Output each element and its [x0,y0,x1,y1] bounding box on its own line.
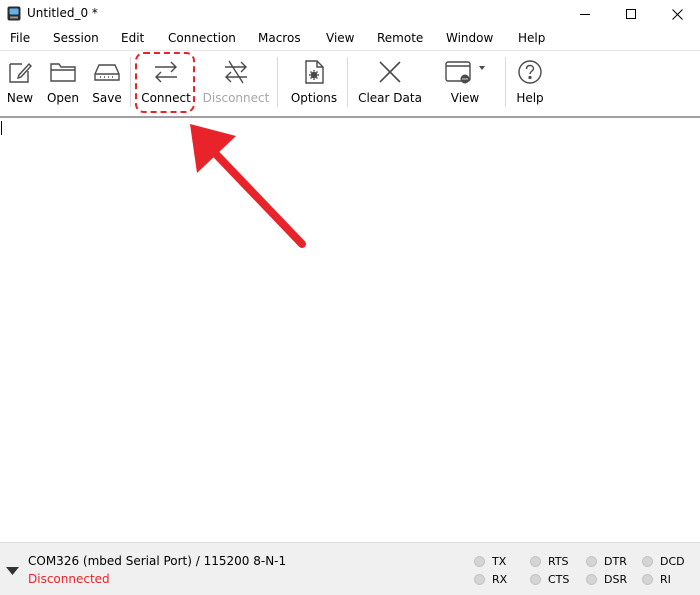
menu-macros[interactable]: Macros [258,31,301,45]
connect-highlight-box [135,52,195,113]
rts-indicator [530,556,541,567]
view-button[interactable]: View [440,51,490,113]
port-settings-text: COM326 (mbed Serial Port) / 115200 8-N-1 [28,554,287,568]
open-button[interactable]: Open [45,51,81,113]
rx-label: RX [492,573,508,586]
toolbar-separator [505,57,506,107]
status-bar: COM326 (mbed Serial Port) / 115200 8-N-1… [0,542,700,595]
menu-bar: File Session Edit Connection Macros View… [0,28,700,50]
toolbar: New Open Save Connect Disconnect Options… [0,50,700,116]
options-label: Options [290,91,338,105]
new-label: New [6,91,34,105]
maximize-button[interactable] [608,0,654,28]
close-icon [671,8,683,20]
terminal-area[interactable] [0,118,700,542]
text-caret [1,121,2,135]
view-label: View [450,91,480,105]
toolbar-separator [347,57,348,107]
toolbar-separator [277,57,278,107]
disconnect-button[interactable]: Disconnect [203,51,269,113]
options-gear-icon [305,60,324,84]
help-button[interactable]: Help [512,51,548,113]
dcd-indicator [642,556,653,567]
drive-save-icon [94,64,120,81]
options-button[interactable]: Options [290,51,338,113]
maximize-icon [626,9,636,19]
close-button[interactable] [654,0,700,28]
menu-session[interactable]: Session [53,31,99,45]
minimize-icon [580,14,590,15]
rx-indicator [474,574,485,585]
clear-data-button[interactable]: Clear Data [357,51,423,113]
menu-view[interactable]: View [326,31,354,45]
cts-label: CTS [548,573,570,586]
ri-indicator [642,574,653,585]
connection-state-text: Disconnected [28,572,110,586]
ri-label: RI [660,573,671,586]
minimize-button[interactable] [562,0,608,28]
menu-help[interactable]: Help [518,31,545,45]
toolbar-separator [130,57,131,107]
folder-icon [50,63,76,82]
menu-file[interactable]: File [10,31,30,45]
tx-label: TX [492,555,507,568]
menu-window[interactable]: Window [446,31,493,45]
dsr-label: DSR [604,573,628,586]
tx-indicator [474,556,485,567]
menu-remote[interactable]: Remote [377,31,423,45]
dcd-label: DCD [660,555,685,568]
dtr-indicator [586,556,597,567]
save-label: Save [92,91,122,105]
help-question-icon [518,60,542,84]
clear-x-icon [379,61,401,83]
view-window-icon [445,61,485,84]
help-label: Help [516,91,544,105]
title-bar: Untitled_0 * [0,0,700,28]
dsr-indicator [586,574,597,585]
menu-connection[interactable]: Connection [168,31,236,45]
clear-data-label: Clear Data [358,91,422,105]
menu-edit[interactable]: Edit [121,31,144,45]
disconnect-arrows-icon [225,60,247,84]
collapse-triangle-icon[interactable] [6,567,19,575]
rts-label: RTS [548,555,569,568]
cts-indicator [530,574,541,585]
save-button[interactable]: Save [89,51,125,113]
dtr-label: DTR [604,555,627,568]
disconnect-label: Disconnect [202,91,270,105]
window-title: Untitled_0 * [27,6,98,20]
app-icon [7,6,21,21]
new-button[interactable]: New [2,51,38,113]
open-label: Open [46,91,80,105]
new-file-icon [9,62,32,83]
